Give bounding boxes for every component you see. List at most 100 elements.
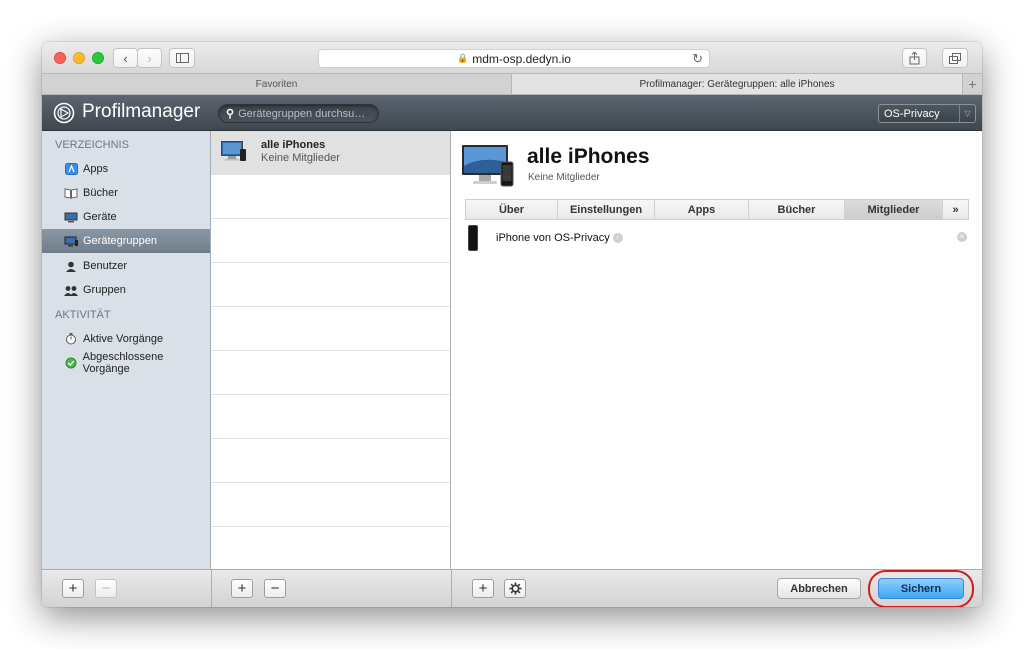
add-member-button[interactable]: +: [472, 579, 494, 598]
share-button[interactable]: [902, 48, 927, 68]
sidebar-item-buecher[interactable]: Bücher: [42, 181, 210, 205]
sidebar-item-label: Gerätegruppen: [83, 235, 157, 247]
list-empty-row: [211, 439, 450, 483]
sidebar-item-apps[interactable]: Apps: [42, 157, 210, 181]
member-name-wrap: iPhone von OS-Privacy ›: [496, 232, 623, 244]
app-header: Profilmanager ⚲ Gerätegruppen durchsu… O…: [42, 95, 982, 131]
search-input[interactable]: ⚲ Gerätegruppen durchsu…: [218, 104, 379, 123]
tab-buecher[interactable]: Bücher: [749, 200, 845, 219]
add-button[interactable]: +: [62, 579, 84, 598]
action-menu-button[interactable]: [504, 579, 526, 598]
user-icon: [64, 260, 78, 272]
sidebar-section-verzeichnis: VERZEICHNIS: [55, 139, 129, 151]
list-empty-row: [211, 307, 450, 351]
plus-icon: +: [478, 580, 488, 597]
sidebar: VERZEICHNIS Apps Bücher Geräte Gerätegru…: [42, 131, 211, 569]
book-icon: [64, 187, 78, 199]
list-empty-row: [211, 483, 450, 527]
iphone-icon: [468, 225, 478, 251]
detail-tab-bar: Über Einstellungen Apps Bücher Mitgliede…: [465, 199, 969, 220]
sidebar-item-label: Bücher: [83, 187, 118, 199]
group-icon: [64, 284, 78, 296]
minimize-window-icon[interactable]: [73, 52, 85, 64]
divider: [451, 570, 452, 607]
bottom-bar: + − + − + Abbrechen Sichern: [42, 569, 982, 607]
list-empty-row: [211, 263, 450, 307]
lock-icon: 🔒: [457, 53, 469, 63]
member-row[interactable]: iPhone von OS-Privacy › ×: [452, 221, 982, 255]
sidebar-item-label: Aktive Vorgänge: [83, 333, 164, 345]
list-empty-row: [211, 527, 450, 571]
sidebar-item-label: Apps: [83, 163, 109, 175]
remove-member-icon[interactable]: ×: [957, 232, 967, 242]
list-item-subtitle: Keine Mitglieder: [261, 152, 340, 164]
device-icon: [64, 211, 78, 223]
app-title: Profilmanager: [82, 101, 201, 122]
completed-icon: [64, 357, 78, 369]
tab-favoriten[interactable]: Favoriten: [42, 74, 512, 94]
device-group-icon: [64, 235, 78, 247]
list-empty-row: [211, 219, 450, 263]
reload-icon[interactable]: ↻: [692, 51, 703, 67]
forward-button[interactable]: ›: [137, 48, 162, 68]
close-window-icon[interactable]: [54, 52, 66, 64]
divider: [211, 570, 212, 607]
minus-icon: −: [101, 580, 111, 597]
sidebar-item-benutzer[interactable]: Benutzer: [42, 254, 210, 278]
sidebar-item-abgeschlossene-vorgaenge[interactable]: Abgeschlossene Vorgänge: [42, 351, 210, 375]
sidebar-section-aktivitaet: AKTIVITÄT: [55, 309, 111, 321]
cancel-button[interactable]: Abbrechen: [777, 578, 861, 599]
device-group-large-icon: [462, 145, 514, 187]
zoom-window-icon[interactable]: [92, 52, 104, 64]
remove-button[interactable]: −: [95, 579, 117, 598]
sidebar-item-gruppen[interactable]: Gruppen: [42, 278, 210, 302]
address-bar[interactable]: 🔒 mdm-osp.dedyn.io ↻: [318, 49, 710, 68]
back-button[interactable]: ‹: [113, 48, 138, 68]
sidebar-item-label: Benutzer: [83, 260, 128, 272]
list-empty-row: [211, 351, 450, 395]
add-group-button[interactable]: +: [231, 579, 253, 598]
tab-bar: Favoriten Profilmanager: Gerätegruppen: …: [42, 74, 982, 95]
sidebar-item-label: Geräte: [83, 211, 117, 223]
sidebar-item-label: Gruppen: [83, 284, 126, 296]
apps-icon: [64, 163, 78, 175]
sidebar-item-geraetegruppen[interactable]: Gerätegruppen: [42, 229, 210, 253]
tab-more[interactable]: »: [943, 200, 968, 219]
device-group-icon: [221, 141, 246, 161]
sidebar-item-label: Abgeschlossene Vorgänge: [82, 351, 164, 375]
share-icon: [909, 51, 920, 64]
detail-subtitle: Keine Mitglieder: [528, 172, 600, 183]
sidebar-item-aktive-vorgaenge[interactable]: Aktive Vorgänge: [42, 327, 210, 351]
sidebar-toggle-button[interactable]: [169, 48, 195, 68]
browser-toolbar: ‹ › 🔒 mdm-osp.dedyn.io ↻: [42, 42, 982, 74]
new-tab-button[interactable]: +: [962, 74, 982, 94]
detail-panel: alle iPhones Keine Mitglieder Über Einst…: [452, 131, 982, 569]
arrow-right-icon[interactable]: ›: [612, 233, 623, 244]
url-text: mdm-osp.dedyn.io: [472, 51, 571, 66]
tabs-icon: [949, 52, 961, 64]
tabs-overview-button[interactable]: [942, 48, 968, 68]
list-item-title: alle iPhones: [261, 139, 326, 151]
tab-mitglieder[interactable]: Mitglieder: [845, 200, 943, 219]
device-group-list: alle iPhones Keine Mitglieder: [211, 131, 451, 569]
profile-manager-logo-icon: [53, 102, 75, 124]
server-select[interactable]: OS-Privacy ▽: [878, 104, 976, 123]
search-placeholder: Gerätegruppen durchsu…: [238, 107, 366, 120]
tab-profilmanager[interactable]: Profilmanager: Gerätegruppen: alle iPhon…: [512, 74, 962, 94]
sidebar-item-geraete[interactable]: Geräte: [42, 205, 210, 229]
search-icon: ⚲: [226, 108, 235, 120]
chevron-down-icon: ▽: [959, 105, 975, 122]
plus-icon: +: [237, 580, 247, 597]
timer-icon: [64, 333, 78, 345]
list-empty-row: [211, 395, 450, 439]
remove-group-button[interactable]: −: [264, 579, 286, 598]
tab-apps[interactable]: Apps: [655, 200, 749, 219]
list-empty-row: [211, 175, 450, 219]
tab-einstellungen[interactable]: Einstellungen: [558, 200, 655, 219]
tab-ueber[interactable]: Über: [466, 200, 558, 219]
highlight-circle: [868, 570, 974, 607]
browser-window: ‹ › 🔒 mdm-osp.dedyn.io ↻ Favoriten Profi…: [42, 42, 982, 607]
member-name: iPhone von OS-Privacy: [496, 232, 610, 244]
list-item[interactable]: alle iPhones Keine Mitglieder: [211, 131, 450, 175]
plus-icon: +: [68, 580, 78, 597]
